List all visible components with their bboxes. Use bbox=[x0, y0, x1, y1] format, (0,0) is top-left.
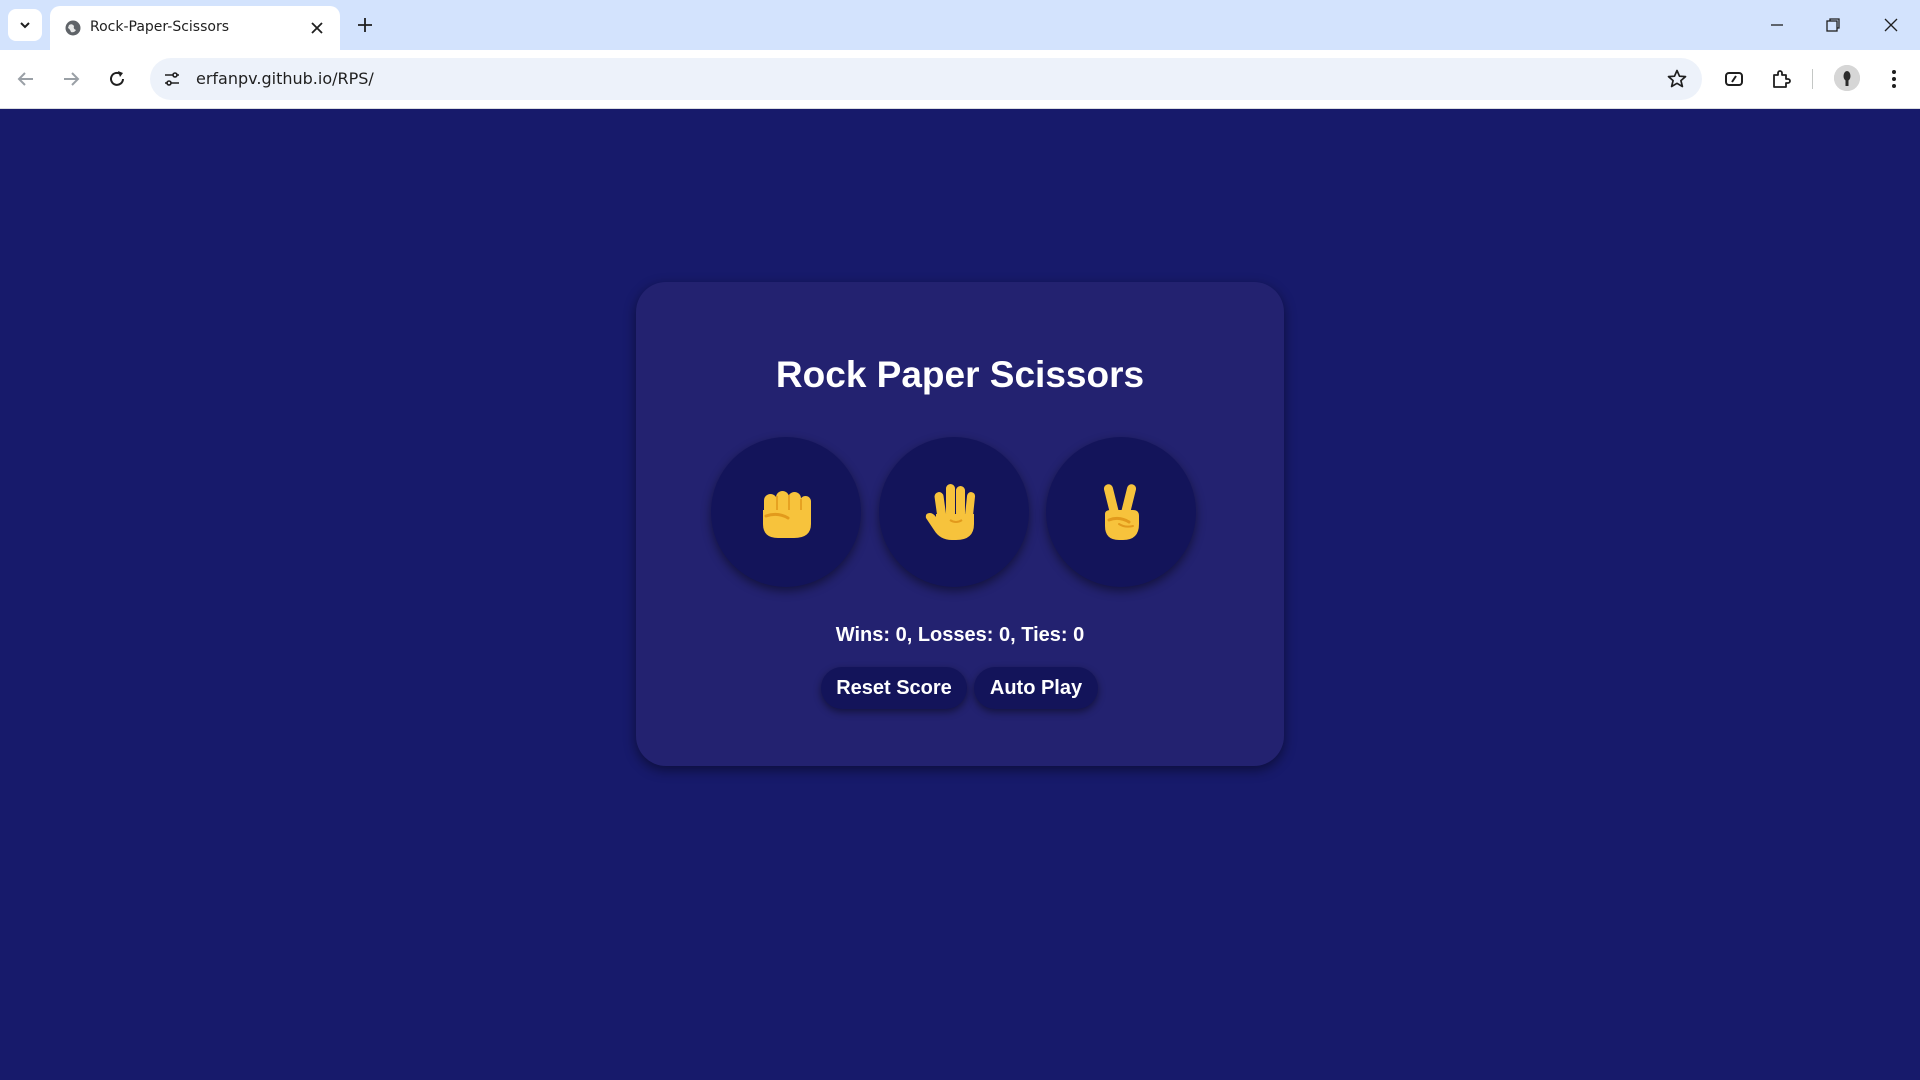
profile-avatar-icon bbox=[1834, 65, 1860, 91]
profile-avatar[interactable] bbox=[1834, 65, 1860, 91]
paper-button[interactable] bbox=[879, 437, 1029, 587]
toolbar-separator bbox=[1812, 69, 1813, 89]
raised-fist-icon bbox=[763, 491, 811, 538]
restore-icon[interactable] bbox=[1822, 14, 1844, 36]
browser-tab-active[interactable]: Rock-Paper-Scissors bbox=[50, 6, 340, 50]
page-title: Rock Paper Scissors bbox=[775, 354, 1145, 395]
victory-hand-icon bbox=[1103, 484, 1139, 540]
chevron-down-icon bbox=[20, 22, 30, 29]
reset-score-button[interactable]: Reset Score bbox=[821, 667, 967, 709]
window-close-icon[interactable] bbox=[1880, 14, 1902, 36]
scissors-button[interactable] bbox=[1046, 437, 1196, 587]
back-arrow-icon[interactable] bbox=[14, 67, 38, 91]
score-text: Wins: 0, Losses: 0, Ties: 0 bbox=[835, 624, 1085, 646]
new-tab-plus-icon[interactable] bbox=[354, 14, 376, 36]
reload-icon[interactable] bbox=[105, 67, 129, 91]
performance-icon[interactable] bbox=[1722, 67, 1746, 91]
tab-search-button[interactable] bbox=[8, 9, 42, 41]
minimize-icon[interactable] bbox=[1766, 14, 1788, 36]
globe-icon bbox=[65, 20, 81, 36]
site-settings-icon[interactable] bbox=[162, 69, 182, 89]
tab-title: Rock-Paper-Scissors bbox=[90, 19, 230, 35]
reset-score-label: Reset Score bbox=[836, 676, 952, 699]
browser-tab-strip: Rock-Paper-Scissors bbox=[0, 0, 1920, 50]
close-icon[interactable] bbox=[308, 19, 326, 37]
menu-kebab-icon[interactable] bbox=[1882, 67, 1906, 91]
game-card: Rock Paper Scissors Wins: 0, Losses: 0, … bbox=[636, 282, 1284, 766]
extensions-puzzle-icon[interactable] bbox=[1769, 67, 1793, 91]
forward-arrow-icon[interactable] bbox=[59, 67, 83, 91]
raised-hand-icon bbox=[925, 484, 976, 540]
auto-play-button[interactable]: Auto Play bbox=[974, 667, 1098, 709]
rock-button[interactable] bbox=[711, 437, 861, 587]
bookmark-star-icon[interactable] bbox=[1666, 68, 1688, 90]
auto-play-label: Auto Play bbox=[989, 676, 1083, 699]
url-text: erfanpv.github.io/RPS/ bbox=[196, 69, 374, 88]
address-bar[interactable]: erfanpv.github.io/RPS/ bbox=[150, 58, 1702, 100]
browser-toolbar: erfanpv.github.io/RPS/ bbox=[0, 50, 1920, 109]
